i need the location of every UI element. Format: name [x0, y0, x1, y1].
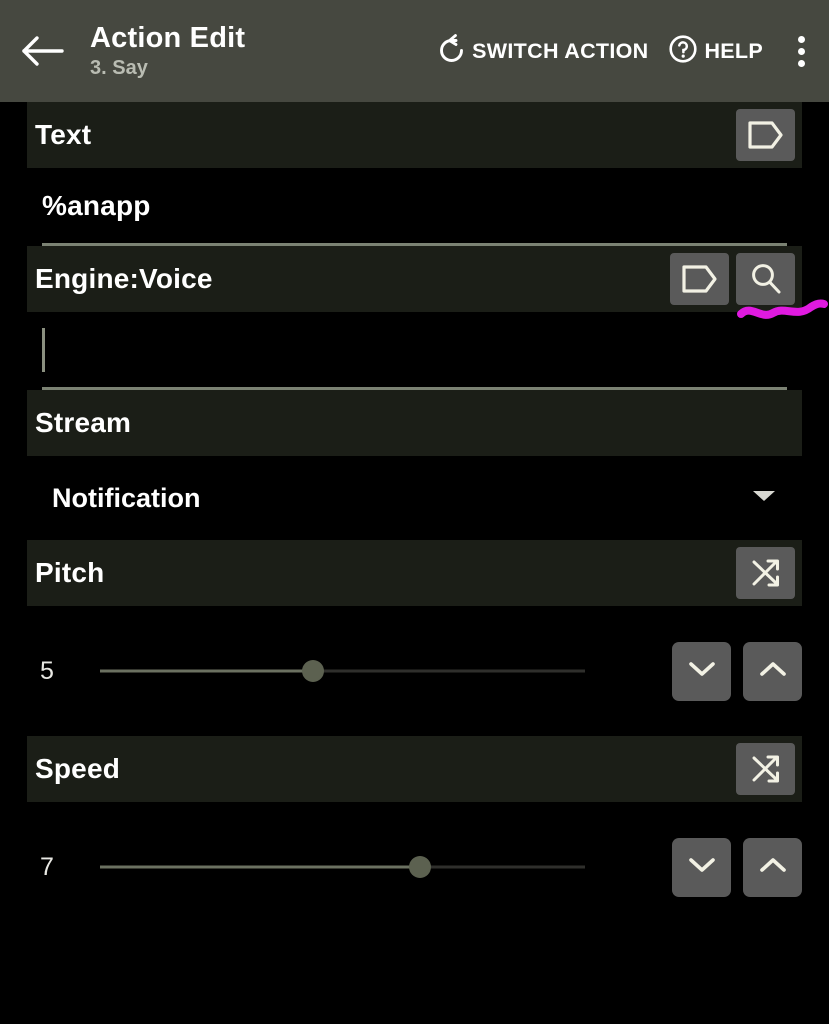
- section-title-text: Text: [35, 119, 92, 150]
- section-title-stream: Stream: [35, 407, 132, 438]
- section-header-speed: Speed: [27, 736, 802, 802]
- chevron-up-icon: [758, 855, 788, 880]
- back-button[interactable]: [0, 0, 86, 102]
- section-header-pitch: Pitch: [27, 540, 802, 606]
- engine-voice-field-row: [0, 312, 829, 390]
- search-icon: [748, 261, 784, 297]
- chevron-down-icon: [687, 855, 717, 880]
- section-buttons-engine-voice: [670, 253, 795, 305]
- switch-action-label: SWITCH ACTION: [472, 38, 649, 63]
- speed-slider[interactable]: [100, 847, 585, 887]
- page-title: Action Edit: [90, 21, 246, 54]
- speed-stepper: [672, 837, 802, 897]
- engine-voice-tag-button[interactable]: [670, 253, 729, 305]
- speed-variable-button[interactable]: [736, 743, 795, 795]
- text-field-row: %anapp: [0, 168, 829, 246]
- section-title-pitch: Pitch: [35, 557, 105, 588]
- page-subtitle: 3. Say: [90, 57, 148, 80]
- stream-dropdown[interactable]: Notification: [0, 456, 829, 540]
- section-title-engine-voice: Engine:Voice: [35, 263, 213, 294]
- tag-icon: [747, 120, 785, 150]
- arrow-left-icon: [21, 34, 65, 68]
- text-input-value: %anapp: [42, 189, 151, 221]
- stream-selected-value: Notification: [52, 482, 201, 513]
- settings-content: Text %anapp Engine:Voice Stream Notifica…: [0, 102, 829, 932]
- section-buttons-speed: [736, 743, 795, 795]
- pitch-slider-fill: [100, 669, 314, 673]
- speed-decrement-button[interactable]: [672, 837, 731, 897]
- pitch-stepper: [672, 641, 802, 701]
- text-tag-button[interactable]: [736, 109, 795, 161]
- pitch-increment-button[interactable]: [743, 641, 802, 701]
- speed-increment-button[interactable]: [743, 837, 802, 897]
- help-label: HELP: [704, 38, 763, 63]
- section-buttons-pitch: [736, 547, 795, 599]
- title-block: Action Edit 3. Say: [90, 21, 370, 80]
- speed-slider-fill: [100, 865, 421, 869]
- help-button[interactable]: HELP: [658, 0, 773, 102]
- section-header-engine-voice: Engine:Voice: [27, 246, 828, 319]
- pitch-slider[interactable]: [100, 651, 585, 691]
- section-header-text: Text: [27, 102, 802, 168]
- section-title-speed: Speed: [35, 753, 121, 784]
- app-bar: Action Edit 3. Say SWITCH ACTION HELP: [0, 0, 829, 102]
- overflow-menu-icon[interactable]: [773, 0, 829, 102]
- shuffle-icon: [749, 752, 783, 786]
- text-cursor: [42, 327, 45, 372]
- question-circle-icon: [668, 34, 698, 69]
- switch-action-button[interactable]: SWITCH ACTION: [428, 0, 658, 102]
- app-bar-actions: SWITCH ACTION HELP: [428, 0, 829, 102]
- chevron-up-icon: [758, 659, 788, 684]
- engine-voice-input[interactable]: [42, 312, 787, 390]
- action-edit-screen: Action Edit 3. Say SWITCH ACTION HELP Te…: [0, 0, 829, 1024]
- pitch-slider-thumb[interactable]: [302, 660, 325, 682]
- tag-icon: [681, 264, 719, 294]
- pitch-decrement-button[interactable]: [672, 641, 731, 701]
- pitch-value: 5: [40, 656, 54, 685]
- pitch-slider-row: 5: [0, 606, 829, 736]
- speed-slider-thumb[interactable]: [409, 856, 432, 878]
- speed-slider-row: 7: [0, 802, 829, 932]
- engine-voice-search-button[interactable]: [736, 253, 795, 305]
- undo-rotate-icon: [438, 33, 466, 69]
- chevron-down-icon: [751, 488, 777, 509]
- section-buttons-text: [736, 109, 795, 161]
- pitch-variable-button[interactable]: [736, 547, 795, 599]
- chevron-down-icon: [687, 659, 717, 684]
- section-header-stream: Stream: [27, 390, 802, 456]
- text-input[interactable]: %anapp: [42, 168, 787, 246]
- speed-value: 7: [40, 852, 54, 881]
- shuffle-icon: [749, 556, 783, 590]
